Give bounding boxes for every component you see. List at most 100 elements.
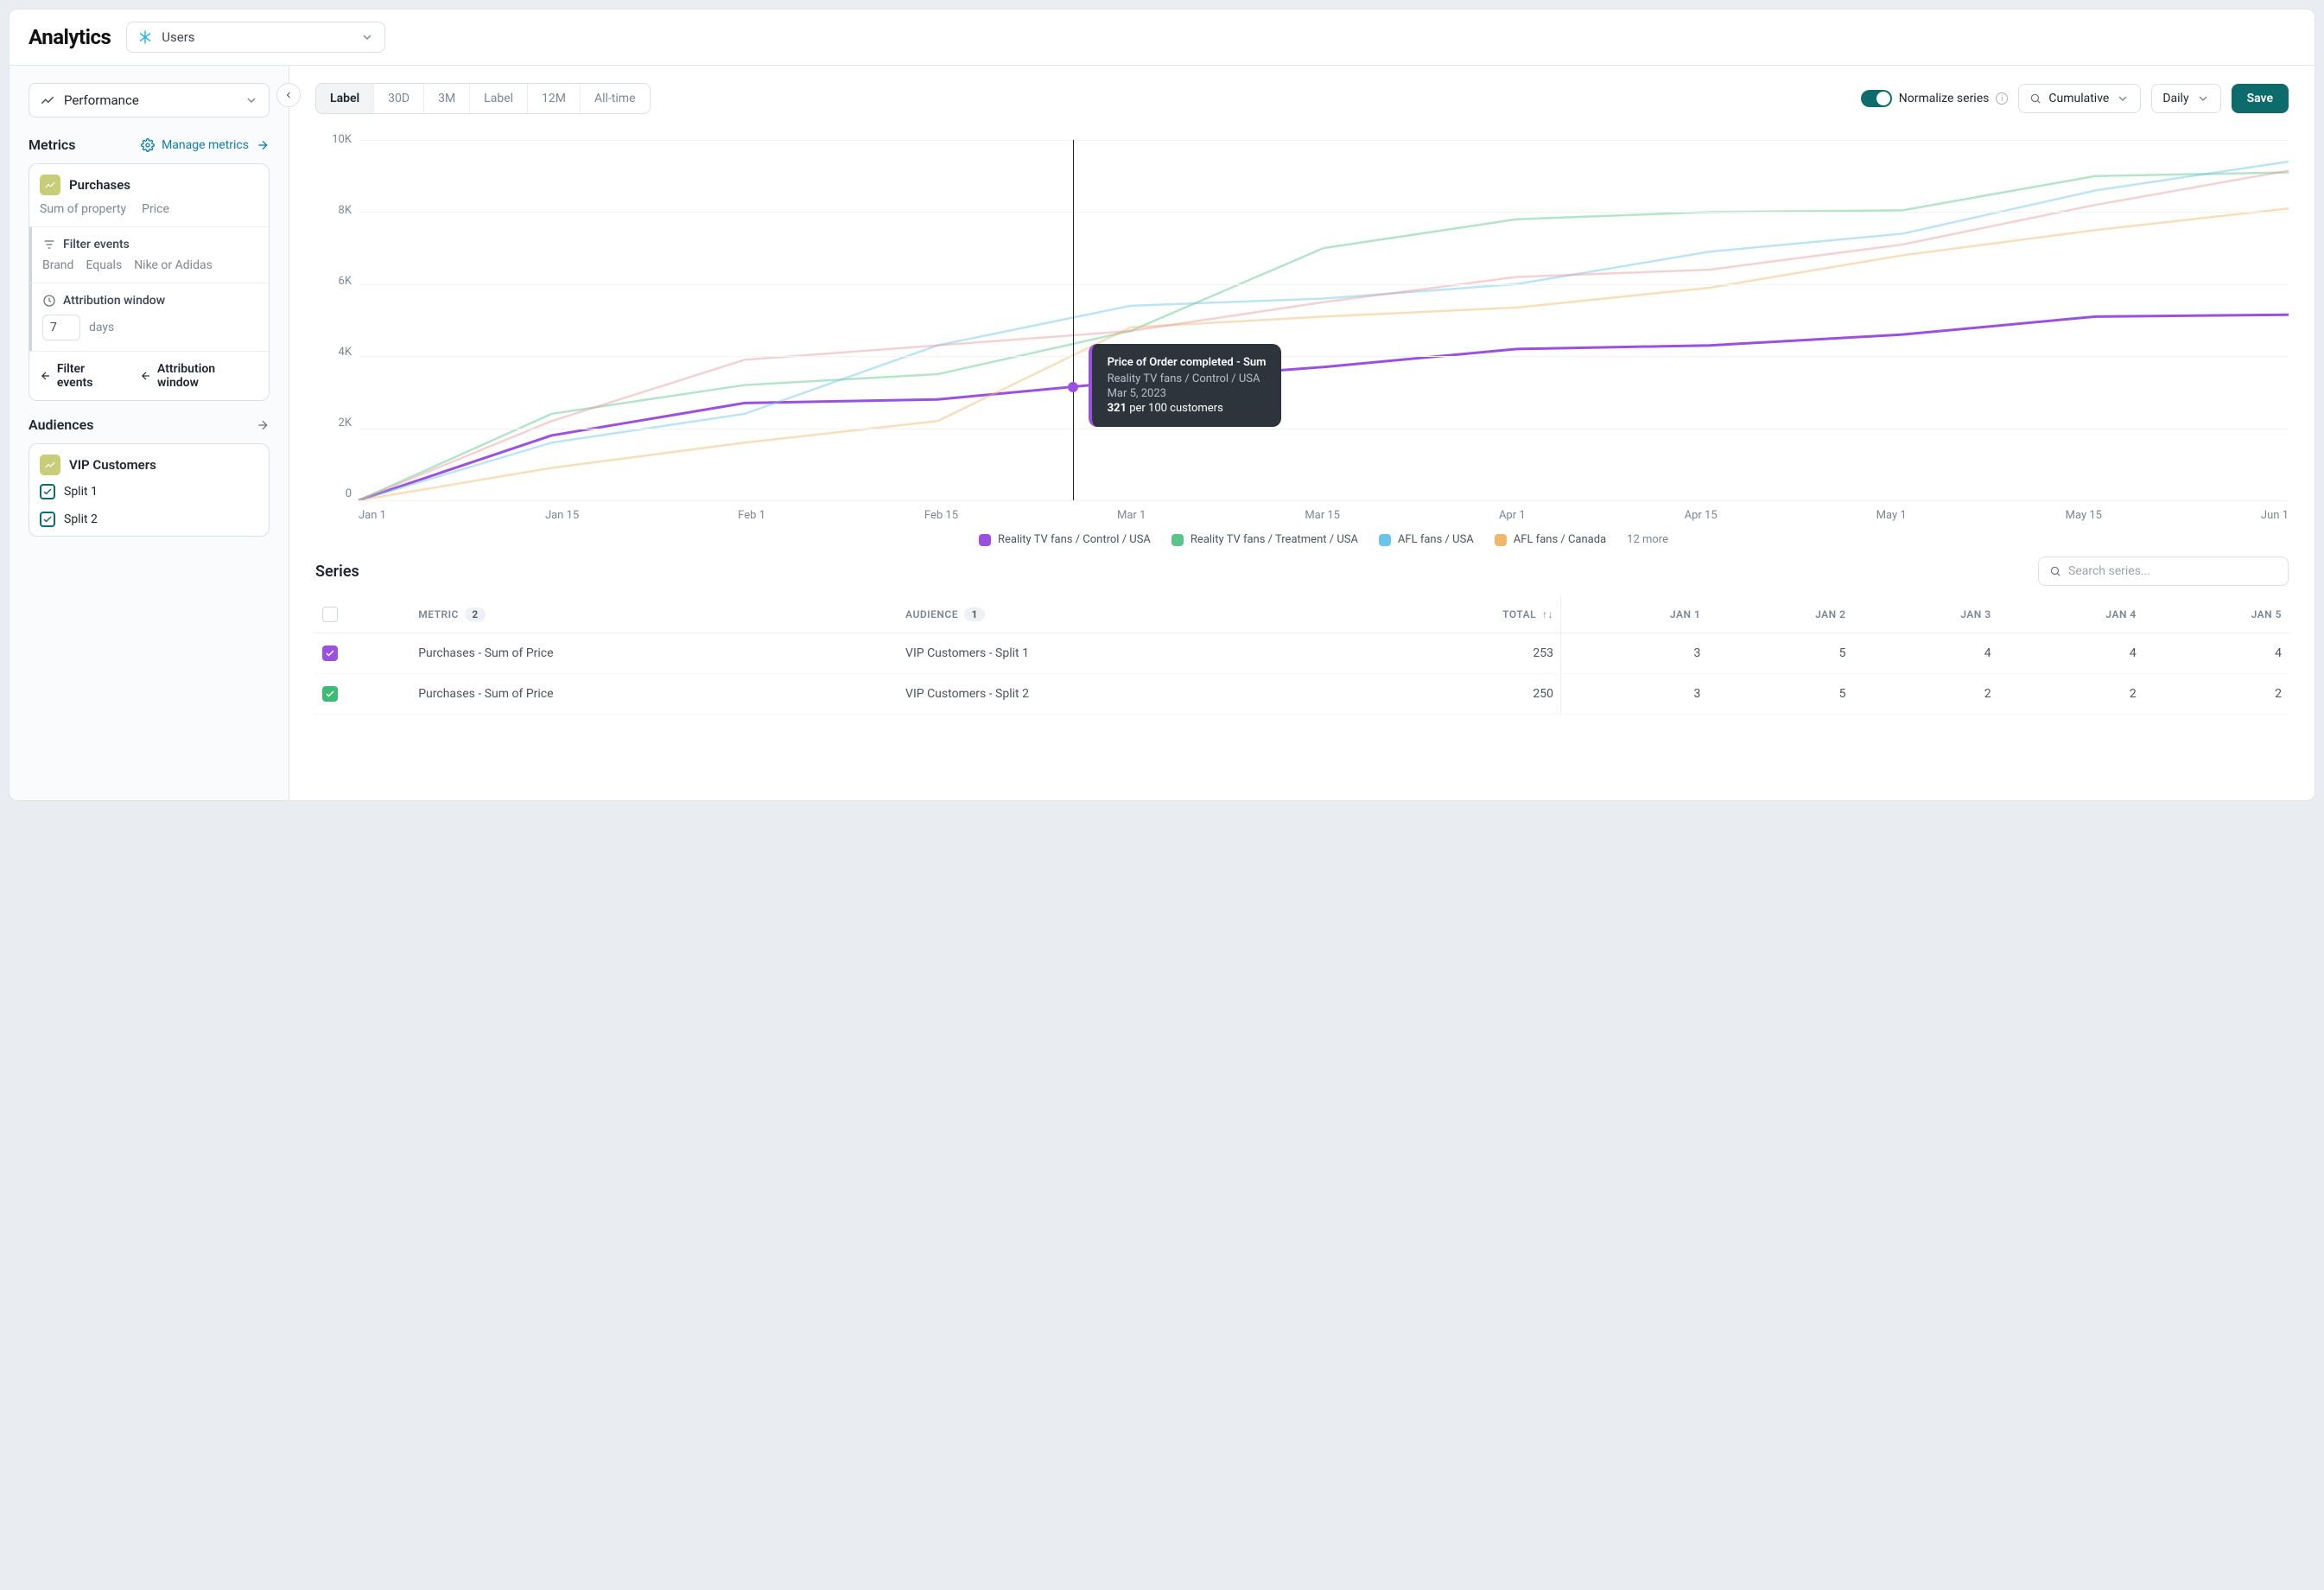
info-icon[interactable]: i xyxy=(1996,92,2008,105)
cell-metric: Purchases - Sum of Price xyxy=(411,674,898,715)
line-chart-svg xyxy=(359,140,2289,500)
cell-value: 2 xyxy=(2143,674,2289,715)
normalize-toggle[interactable] xyxy=(1861,90,1892,107)
metric-name[interactable]: Purchases xyxy=(69,177,130,193)
x-tick: May 1 xyxy=(1876,509,1907,522)
granularity-value: Daily xyxy=(2162,92,2188,105)
col-date[interactable]: JAN 1 xyxy=(1561,596,1708,633)
col-date[interactable]: JAN 3 xyxy=(1852,596,1997,633)
col-metric[interactable]: METRIC 2 xyxy=(411,596,898,633)
y-tick: 6K xyxy=(315,275,352,288)
series-search-input[interactable] xyxy=(2068,564,2277,578)
legend-more[interactable]: 12 more xyxy=(1627,533,1668,546)
attribution-unit: days xyxy=(89,321,114,334)
filter-title: Filter events xyxy=(63,238,130,251)
y-tick: 0 xyxy=(315,487,352,500)
aggregation-label: Sum of property xyxy=(40,202,126,216)
save-button[interactable]: Save xyxy=(2232,84,2289,113)
time-range-label[interactable]: Label xyxy=(470,84,528,113)
view-select[interactable]: Performance xyxy=(29,83,270,118)
legend-item[interactable]: AFL fans / Canada xyxy=(1495,533,1606,546)
series-search[interactable] xyxy=(2038,556,2289,586)
cell-value: 3 xyxy=(1561,633,1708,674)
collapse-sidebar-button[interactable] xyxy=(276,83,301,107)
chevron-down-icon xyxy=(244,93,258,107)
col-date[interactable]: JAN 2 xyxy=(1707,596,1852,633)
x-tick: Apr 1 xyxy=(1499,509,1526,522)
attribution-title: Attribution window xyxy=(63,294,165,308)
tooltip-value: 321 xyxy=(1108,402,1127,415)
series-table: METRIC 2AUDIENCE 1TOTAL ↑↓JAN 1JAN 2JAN … xyxy=(315,596,2289,715)
attribution-block: Attribution window days xyxy=(29,283,269,351)
filter-events-button[interactable]: Filter events xyxy=(40,362,123,390)
cell-audience: VIP Customers - Split 2 xyxy=(898,674,1348,715)
table-row[interactable]: Purchases - Sum of PriceVIP Customers - … xyxy=(315,633,2289,674)
aggregation-dropdown[interactable]: Cumulative xyxy=(2018,84,2141,113)
metrics-title: Metrics xyxy=(29,137,75,153)
arrow-right-icon[interactable] xyxy=(256,418,270,432)
filter-icon xyxy=(42,238,56,251)
legend-swatch xyxy=(979,534,991,546)
series-title: Series xyxy=(315,563,359,581)
cell-total: 253 xyxy=(1348,633,1561,674)
legend-swatch xyxy=(1172,534,1184,546)
chevron-left-icon xyxy=(283,90,294,100)
x-tick: Jan 1 xyxy=(359,509,386,522)
split1-row[interactable]: Split 1 xyxy=(29,480,269,508)
time-range-30d[interactable]: 30D xyxy=(374,84,424,113)
attribution-value-input[interactable] xyxy=(42,315,80,340)
chevron-down-icon xyxy=(360,30,374,44)
chevron-down-icon xyxy=(2116,92,2130,105)
split2-label: Split 2 xyxy=(64,512,98,526)
manage-metrics-link[interactable]: Manage metrics xyxy=(141,138,270,152)
filter-operator[interactable]: Equals xyxy=(86,258,122,272)
legend-label: Reality TV fans / Treatment / USA xyxy=(1191,533,1358,546)
col-date[interactable]: JAN 5 xyxy=(2143,596,2289,633)
filter-field[interactable]: Brand xyxy=(42,258,73,272)
source-label: Users xyxy=(162,29,352,45)
cell-check xyxy=(315,633,411,674)
source-select[interactable]: Users xyxy=(126,22,385,53)
checkbox-checked-icon[interactable] xyxy=(40,512,55,527)
audiences-title: Audiences xyxy=(29,417,93,433)
col-total[interactable]: TOTAL ↑↓ xyxy=(1348,596,1561,633)
select-all-checkbox[interactable] xyxy=(315,596,411,633)
y-tick: 4K xyxy=(315,346,352,359)
time-range-all-time[interactable]: All-time xyxy=(581,84,650,113)
row-checkbox[interactable] xyxy=(322,646,338,661)
series-line xyxy=(359,208,2289,500)
attribution-window-button[interactable]: Attribution window xyxy=(140,362,258,390)
col-audience[interactable]: AUDIENCE 1 xyxy=(898,596,1348,633)
chart: 10K8K6K4K2K0 Price of Order completed - … xyxy=(315,133,2289,539)
col-date[interactable]: JAN 4 xyxy=(1998,596,2143,633)
audience-name[interactable]: VIP Customers xyxy=(69,457,156,473)
grid-line xyxy=(359,140,2289,141)
legend-swatch xyxy=(1379,534,1391,546)
arrow-right-icon xyxy=(256,138,270,152)
filter-value[interactable]: Nike or Adidas xyxy=(134,258,213,272)
legend-swatch xyxy=(1495,534,1507,546)
time-range-3m[interactable]: 3M xyxy=(424,84,470,113)
time-range-label[interactable]: Label xyxy=(316,84,374,113)
audience-card: VIP Customers Split 1 Split 2 xyxy=(29,443,270,537)
cell-value: 4 xyxy=(2143,633,2289,674)
row-checkbox[interactable] xyxy=(322,686,338,702)
y-tick: 8K xyxy=(315,204,352,217)
tooltip-suffix: per 100 customers xyxy=(1127,402,1223,415)
y-tick: 10K xyxy=(315,133,352,146)
grid-line xyxy=(359,356,2289,357)
aggregation-field: Price xyxy=(142,202,169,216)
time-range-12m[interactable]: 12M xyxy=(528,84,581,113)
arrow-left-icon xyxy=(140,370,152,382)
cursor-dot xyxy=(1068,382,1078,392)
checkbox-checked-icon[interactable] xyxy=(40,484,55,499)
split2-row[interactable]: Split 2 xyxy=(29,508,269,536)
legend-item[interactable]: Reality TV fans / Treatment / USA xyxy=(1172,533,1358,546)
series-line xyxy=(359,173,2289,500)
cell-check xyxy=(315,674,411,715)
table-row[interactable]: Purchases - Sum of PriceVIP Customers - … xyxy=(315,674,2289,715)
series-line xyxy=(359,170,2289,500)
legend-item[interactable]: Reality TV fans / Control / USA xyxy=(979,533,1151,546)
granularity-dropdown[interactable]: Daily xyxy=(2151,84,2220,113)
legend-item[interactable]: AFL fans / USA xyxy=(1379,533,1474,546)
